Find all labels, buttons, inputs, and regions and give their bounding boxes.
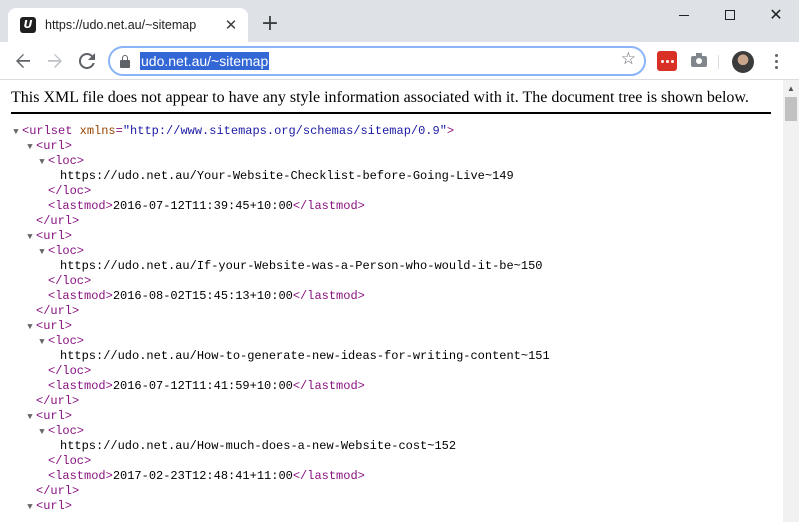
xml-line-url-open: ▼ <url>: [0, 409, 783, 424]
xml-line-loc-close: </loc>: [48, 454, 92, 468]
tab-title: https://udo.net.au/~sitemap: [45, 18, 197, 32]
xml-tree: ▼ <urlset xmlns="http://www.sitemaps.org/…: [0, 124, 783, 514]
lock-icon[interactable]: [120, 54, 130, 68]
browser-tab[interactable]: U https://udo.net.au/~sitemap ✕: [8, 8, 248, 42]
vertical-scrollbar[interactable]: ▲: [783, 80, 799, 522]
xml-line-lastmod: <lastmod>2016-07-12T11:41:59+10:00</last…: [48, 379, 365, 393]
minimize-icon: [679, 14, 689, 16]
xml-line-lastmod: <lastmod>2016-08-02T15:45:13+10:00</last…: [48, 289, 365, 303]
xml-line-url-close: </url>: [36, 394, 80, 408]
xml-line-urlset: ▼ <urlset xmlns="http://www.sitemaps.org/…: [0, 124, 783, 139]
lastmod-text: 2017-02-23T12:48:41+11:00: [112, 469, 293, 483]
kebab-menu-icon[interactable]: [766, 51, 786, 71]
xml-line-url-open: ▼ <url>: [0, 229, 783, 244]
tab-close-icon[interactable]: ✕: [222, 16, 240, 34]
back-arrow-icon: [16, 54, 30, 68]
collapse-triangle-icon[interactable]: ▼: [24, 140, 36, 155]
xml-line-loc-text: https://udo.net.au/How-much-does-a-new-W…: [0, 439, 783, 454]
url-text[interactable]: udo.net.au/~sitemap: [140, 52, 270, 70]
forward-button[interactable]: [42, 48, 68, 74]
xml-line-lastmod: <lastmod>2016-07-12T11:39:45+10:00</last…: [48, 199, 365, 213]
collapse-triangle-icon[interactable]: ▼: [36, 155, 48, 170]
xml-line-loc-open: ▼ <loc>: [0, 334, 783, 349]
back-button[interactable]: [10, 48, 36, 74]
xml-line-loc-close: </loc>: [48, 274, 92, 288]
xml-line-loc-open: ▼ <loc>: [0, 244, 783, 259]
scroll-up-icon[interactable]: ▲: [783, 80, 799, 96]
minimize-button[interactable]: [661, 0, 707, 30]
xml-line-url-close: </url>: [36, 214, 80, 228]
camera-icon[interactable]: [689, 51, 709, 71]
collapse-triangle-icon[interactable]: ▼: [36, 335, 48, 350]
browser-toolbar: udo.net.au/~sitemap ☆: [0, 42, 799, 80]
loc-text: https://udo.net.au/How-much-does-a-new-W…: [60, 439, 457, 453]
loc-text: https://udo.net.au/How-to-generate-new-i…: [60, 349, 550, 363]
lastmod-text: 2016-07-12T11:39:45+10:00: [112, 199, 293, 213]
loc-text: https://udo.net.au/If-your-Website-was-a…: [60, 259, 543, 273]
collapse-triangle-icon[interactable]: ▼: [10, 125, 22, 140]
avatar[interactable]: [732, 51, 754, 73]
xml-line-url-open: ▼ <url>: [0, 139, 783, 154]
xml-line-loc-text: https://udo.net.au/Your-Website-Checklis…: [0, 169, 783, 184]
xml-line-loc-open: ▼ <loc>: [0, 424, 783, 439]
extension-icon[interactable]: [657, 51, 677, 71]
xml-style-notice: This XML file does not appear to have an…: [11, 88, 771, 114]
xml-line-url-close: </url>: [36, 484, 80, 498]
scrollbar-thumb[interactable]: [785, 97, 797, 121]
forward-arrow-icon: [48, 54, 62, 68]
maximize-icon: [725, 10, 735, 20]
reload-icon: [79, 53, 95, 69]
xml-line-lastmod: <lastmod>2017-02-23T12:48:41+11:00</last…: [48, 469, 365, 483]
tab-strip: U https://udo.net.au/~sitemap ✕ + ✕: [0, 0, 799, 42]
xml-line-loc-close: </loc>: [48, 184, 92, 198]
collapse-triangle-icon[interactable]: ▼: [24, 230, 36, 245]
close-window-button[interactable]: ✕: [753, 0, 799, 30]
collapse-triangle-icon[interactable]: ▼: [36, 245, 48, 260]
lastmod-text: 2016-07-12T11:41:59+10:00: [112, 379, 293, 393]
address-bar[interactable]: udo.net.au/~sitemap ☆: [108, 46, 646, 76]
reload-button[interactable]: [74, 48, 100, 74]
new-tab-button[interactable]: +: [258, 12, 282, 36]
xml-line-loc-open: ▼ <loc>: [0, 154, 783, 169]
toolbar-divider: [718, 55, 719, 69]
lastmod-text: 2016-08-02T15:45:13+10:00: [112, 289, 293, 303]
collapse-triangle-icon[interactable]: ▼: [24, 320, 36, 335]
loc-text: https://udo.net.au/Your-Website-Checklis…: [60, 169, 514, 183]
collapse-triangle-icon[interactable]: ▼: [36, 425, 48, 440]
xml-line-url-open: ▼ <url>: [0, 499, 783, 514]
xml-line-url-open: ▼ <url>: [0, 319, 783, 334]
maximize-button[interactable]: [707, 0, 753, 30]
collapse-triangle-icon[interactable]: ▼: [24, 410, 36, 425]
favicon-icon: U: [20, 17, 36, 33]
page-content: This XML file does not appear to have an…: [0, 80, 783, 522]
xml-line-loc-close: </loc>: [48, 364, 92, 378]
xml-line-loc-text: https://udo.net.au/If-your-Website-was-a…: [0, 259, 783, 274]
xml-line-loc-text: https://udo.net.au/How-to-generate-new-i…: [0, 349, 783, 364]
star-icon[interactable]: ☆: [621, 51, 636, 68]
collapse-triangle-icon[interactable]: ▼: [24, 500, 36, 515]
xml-line-url-close: </url>: [36, 304, 80, 318]
